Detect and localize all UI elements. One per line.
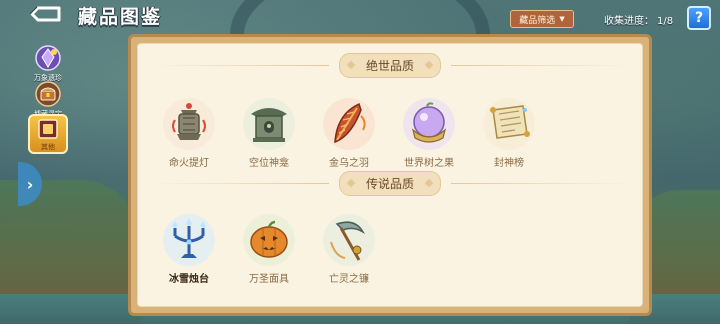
collection-item[interactable]: 万圣面具: [234, 212, 304, 285]
back-arrow-icon: [29, 6, 61, 22]
sidebar-item-wanxiang[interactable]: 万象遗珍: [28, 44, 68, 84]
candelabra-icon: [161, 212, 217, 268]
collection-item[interactable]: 金乌之羽: [314, 96, 384, 169]
item-name: 空位神龛: [249, 158, 289, 169]
frame-icon: [34, 116, 62, 141]
progress-value: 1/8: [657, 16, 674, 27]
divider: [148, 64, 329, 66]
sidebar-item-label: 其他: [41, 143, 55, 151]
question-mark-icon: ?: [694, 10, 704, 26]
collection-panel: 绝世品质 命火提灯 空位神龛 金乌之羽 世界树之果 封神榜 传说品质 冰雪烛台 …: [128, 34, 652, 316]
item-name: 万圣面具: [249, 274, 289, 285]
collection-item[interactable]: 空位神龛: [234, 96, 304, 169]
section-title: 传说品质: [339, 170, 442, 196]
progress-label: 收集进度：: [604, 16, 654, 27]
collection-item[interactable]: 冰雪烛台: [154, 212, 224, 285]
section-title: 绝世品质: [339, 52, 442, 78]
item-name: 冰雪烛台: [169, 274, 209, 285]
divider: [451, 182, 633, 184]
help-button[interactable]: ?: [687, 6, 711, 30]
caret-down-icon: ▼: [559, 15, 565, 23]
item-name: 封神榜: [494, 158, 524, 169]
collection-item[interactable]: 封神榜: [474, 96, 544, 169]
section-header-legendary: 传说品质: [138, 170, 642, 196]
collection-filter-dropdown[interactable]: 藏品筛选 ▼: [510, 10, 574, 28]
shrine-icon: [241, 96, 297, 152]
item-name: 金乌之羽: [329, 158, 369, 169]
scroll-icon: [481, 96, 537, 152]
page-title: 藏品图鉴: [78, 6, 163, 28]
treasure-chest-icon: [34, 80, 62, 108]
back-button[interactable]: [28, 4, 62, 24]
sidebar-item-other[interactable]: 其他: [28, 114, 68, 154]
item-name: 亡灵之镰: [329, 274, 369, 285]
pumpkin-mask-icon: [241, 212, 297, 268]
feather-icon: [321, 96, 377, 152]
fruit-icon: [401, 96, 457, 152]
item-name: 命火提灯: [169, 158, 209, 169]
lantern-icon: [161, 96, 217, 152]
collection-item[interactable]: 命火提灯: [154, 96, 224, 169]
filter-label: 藏品筛选: [519, 15, 556, 26]
item-name: 世界树之果: [404, 158, 454, 169]
collection-item[interactable]: 世界树之果: [394, 96, 464, 169]
section-header-peerless: 绝世品质: [138, 52, 642, 78]
scythe-icon: [321, 212, 377, 268]
collection-panel-inner: 绝世品质 命火提灯 空位神龛 金乌之羽 世界树之果 封神榜 传说品质 冰雪烛台 …: [137, 43, 643, 307]
divider: [451, 64, 633, 66]
collection-progress: 收集进度： 1/8: [601, 12, 673, 27]
divider: [148, 182, 329, 184]
chevron-right-icon: ›: [26, 174, 34, 194]
crystal-icon: [34, 44, 62, 72]
collection-item[interactable]: 亡灵之镰: [314, 212, 384, 285]
